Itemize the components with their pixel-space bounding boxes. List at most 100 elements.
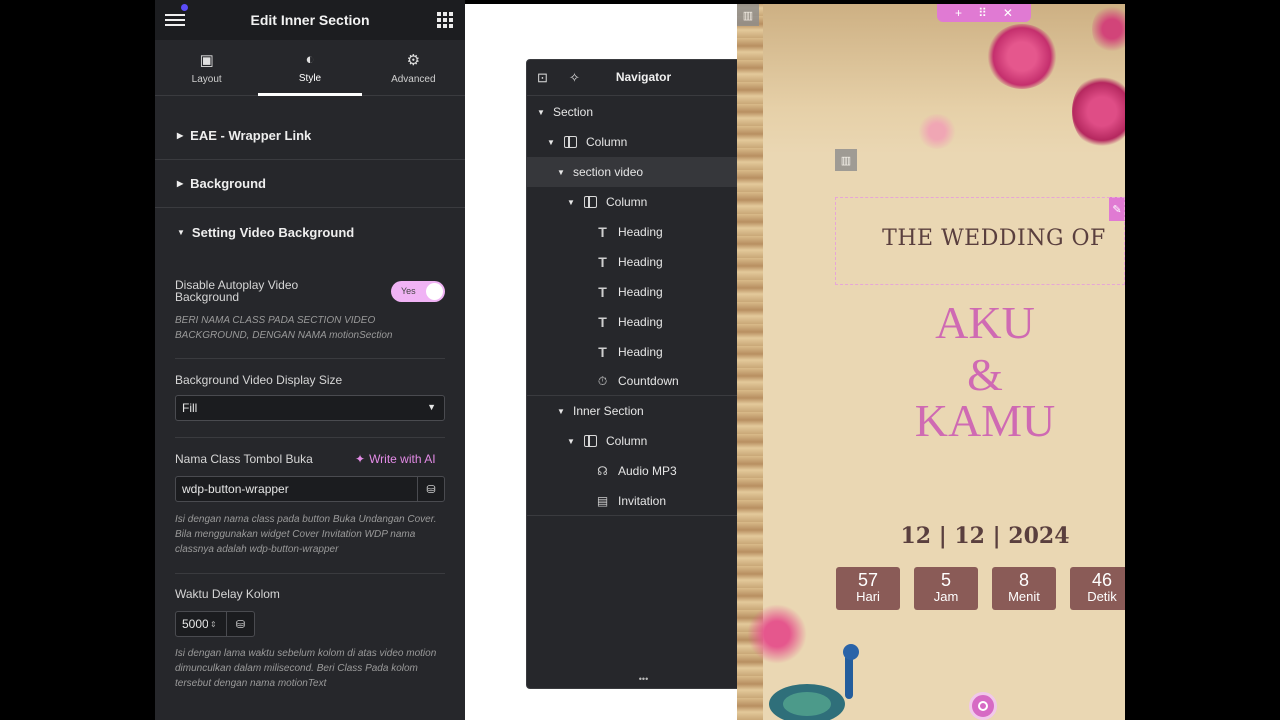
autoplay-label: Disable Autoplay Video Background xyxy=(175,278,299,304)
select-value: Fill xyxy=(182,401,198,415)
wedding-heading: THE WEDDING OF xyxy=(882,226,1106,251)
navigator-header: ⊡ ✧ Navigator ✕ xyxy=(527,60,760,96)
column-handle-icon[interactable]: ▥ xyxy=(835,149,857,171)
nav-label: Heading xyxy=(618,285,663,299)
countdown-value: 8 xyxy=(1018,570,1029,590)
write-with-ai-button[interactable]: ✦ Write with AI xyxy=(355,452,436,466)
nav-item-section-video[interactable]: ▼ section video xyxy=(527,157,760,187)
delay-note: Isi dengan lama waktu sebelum kolom di a… xyxy=(175,648,437,689)
countdown-days: 57 Hari xyxy=(836,567,900,610)
layout-icon: ▣ xyxy=(199,51,214,69)
dynamic-tags-button[interactable]: ⛁ xyxy=(226,611,255,637)
class-button-input[interactable]: wdp-button-wrapper xyxy=(175,476,418,502)
delay-label: Waktu Delay Kolom xyxy=(175,587,280,601)
nav-item-heading[interactable]: T Heading xyxy=(527,217,760,247)
class-button-label: Nama Class Tombol Buka xyxy=(175,452,313,466)
countdown-minutes: 8 Menit xyxy=(992,567,1056,610)
class-button-note: Isi dengan nama class pada button Buka U… xyxy=(175,514,437,555)
rose-decoration xyxy=(987,24,1057,89)
nav-item-column[interactable]: ▼ Column xyxy=(527,426,760,456)
heading-icon: T xyxy=(598,314,607,330)
input-value: 5000 xyxy=(182,617,208,631)
nav-item-inner-section[interactable]: ▼ Inner Section xyxy=(527,396,760,426)
nav-divider xyxy=(527,515,760,516)
close-icon[interactable]: ✕ xyxy=(1003,6,1013,20)
nav-label: Section xyxy=(553,105,594,119)
nav-item-heading[interactable]: T Heading xyxy=(527,277,760,307)
nav-label: Invitation xyxy=(618,494,667,508)
column-icon xyxy=(563,135,578,149)
caret-right-icon: ▶ xyxy=(177,131,184,140)
ai-label: Write with AI xyxy=(369,452,436,466)
edit-panel: Edit Inner Section ▣ Layout ◐ Style ⚙ Ad… xyxy=(155,0,465,720)
dynamic-tags-button[interactable]: ⛁ xyxy=(417,476,445,502)
audio-play-button[interactable] xyxy=(969,692,997,720)
section-background[interactable]: ▶ Background xyxy=(155,160,465,208)
divider xyxy=(175,573,445,574)
notification-dot xyxy=(181,4,188,11)
nav-label: Heading xyxy=(618,255,663,269)
delay-input[interactable]: 5000 ⇕ xyxy=(175,611,227,637)
section-eae-wrapper-link[interactable]: ▶ EAE - Wrapper Link xyxy=(155,112,465,160)
panel-tabs: ▣ Layout ◐ Style ⚙ Advanced xyxy=(155,40,465,96)
nav-label: Heading xyxy=(618,225,663,239)
autoplay-toggle[interactable]: Yes xyxy=(391,281,445,302)
nav-label: Countdown xyxy=(618,374,679,388)
nav-label: Column xyxy=(606,434,648,448)
nav-item-invitation[interactable]: ▤ Invitation xyxy=(527,486,760,516)
section-label: Setting Video Background xyxy=(191,224,355,240)
blossom-decoration xyxy=(917,114,957,149)
nav-item-heading[interactable]: T Heading xyxy=(527,247,760,277)
caret-down-icon: ▼ xyxy=(567,197,575,207)
heading-icon: T xyxy=(598,284,607,300)
nav-item-audio-mp3[interactable]: ☊ Audio MP3 xyxy=(527,456,760,486)
heading-icon: T xyxy=(598,224,607,240)
add-icon[interactable]: + xyxy=(955,6,962,20)
drag-handle-icon[interactable]: ⠿ xyxy=(978,6,987,20)
countdown-value: 57 xyxy=(857,570,879,590)
gear-icon: ⚙ xyxy=(406,51,421,69)
nav-item-section[interactable]: ▼ Section xyxy=(527,97,760,127)
nav-label: Inner Section xyxy=(573,404,644,418)
nav-label: Column xyxy=(606,195,648,209)
resize-handle-icon[interactable]: ••• xyxy=(527,675,760,688)
nav-label: Column xyxy=(586,135,628,149)
caret-down-icon: ▼ xyxy=(547,137,555,147)
input-value: wdp-button-wrapper xyxy=(182,482,289,496)
wedding-date: 12 | 12 | 2024 xyxy=(900,523,1070,549)
heading-icon: T xyxy=(598,254,607,270)
countdown-value: 5 xyxy=(940,570,951,590)
section-handle[interactable]: + ⠿ ✕ xyxy=(937,4,1031,22)
groom-name: AKU xyxy=(935,297,1035,348)
tab-advanced[interactable]: ⚙ Advanced xyxy=(362,40,465,95)
stepper-icon[interactable]: ⇕ xyxy=(210,620,217,629)
heading-icon: T xyxy=(598,344,607,360)
countdown-value: 46 xyxy=(1091,570,1113,590)
divider xyxy=(175,437,445,438)
section-label: Background xyxy=(190,176,266,191)
nav-item-column[interactable]: ▼ Column xyxy=(527,187,760,217)
nav-item-column[interactable]: ▼ Column xyxy=(527,127,760,157)
tab-style[interactable]: ◐ Style xyxy=(258,40,362,96)
caret-down-icon: ▼ xyxy=(557,406,565,416)
bride-name: KAMU xyxy=(914,395,1056,446)
tab-label: Layout xyxy=(191,73,222,85)
navigator-title: Navigator xyxy=(615,70,672,84)
headphones-icon: ☊ xyxy=(597,464,608,478)
nav-item-heading[interactable]: T Heading xyxy=(527,307,760,337)
invitation-icon: ▤ xyxy=(596,494,609,508)
display-size-select[interactable]: Fill ▼ xyxy=(175,395,445,421)
column-handle-icon[interactable]: ▥ xyxy=(737,4,759,26)
database-icon: ⛁ xyxy=(426,483,436,496)
hamburger-menu-icon[interactable] xyxy=(165,11,185,29)
caret-right-icon: ▶ xyxy=(177,179,184,188)
tab-layout[interactable]: ▣ Layout xyxy=(155,40,258,95)
tab-label: Advanced xyxy=(391,73,436,85)
section-setting-video-background[interactable]: ▼ Setting Video Background xyxy=(155,208,465,256)
widgets-grid-icon[interactable] xyxy=(437,12,453,28)
nav-item-countdown[interactable]: ⏱ Countdown xyxy=(527,366,760,396)
countdown-seconds: 46 Detik xyxy=(1070,567,1125,610)
nav-label: Audio MP3 xyxy=(618,464,677,478)
nav-item-heading[interactable]: T Heading xyxy=(527,337,760,367)
panel-title: Edit Inner Section xyxy=(250,12,370,28)
